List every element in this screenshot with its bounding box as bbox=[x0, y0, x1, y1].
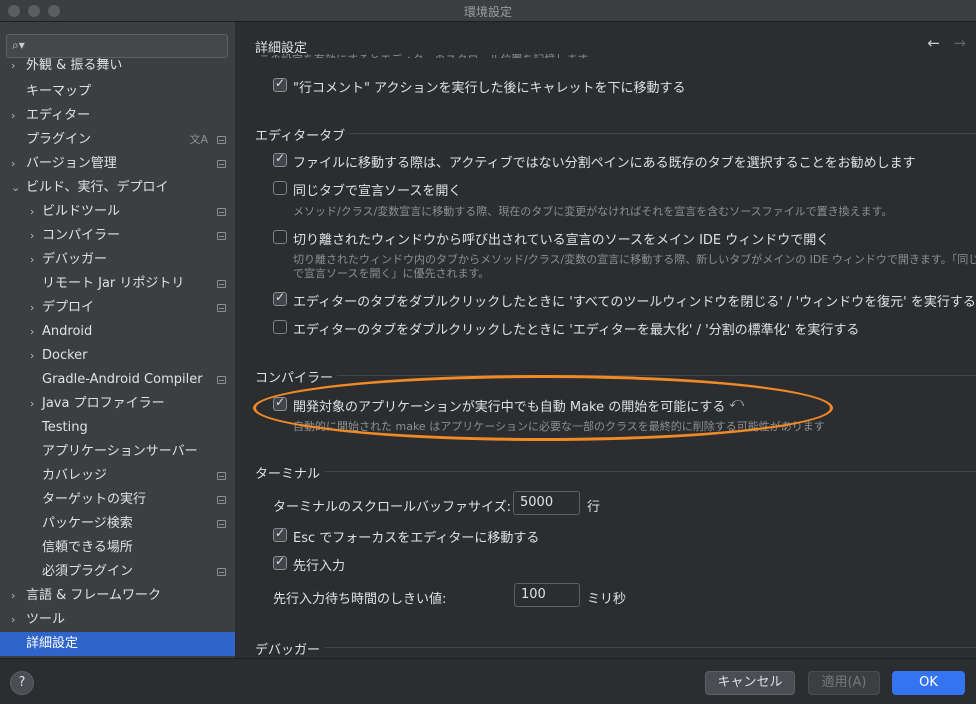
settings-sidebar: ⌕▾ › 外観 & 振る舞い キーマップ › エディター プラグイン 文A › バージョ… bbox=[0, 22, 236, 658]
buffer-size-unit: 行 bbox=[587, 500, 601, 515]
dialog-footer: ? キャンセル 適用(A) OK bbox=[0, 658, 976, 704]
tree-item-compiler[interactable]: › コンパイラー bbox=[0, 224, 235, 248]
tree-item-appearance[interactable]: › 外観 & 振る舞い bbox=[0, 54, 235, 78]
tree-item-java-profiler[interactable]: › Java プロファイラー bbox=[0, 392, 235, 416]
chevron-down-icon: ⌄ bbox=[11, 181, 21, 194]
chevron-right-icon: › bbox=[11, 109, 16, 122]
project-scope-icon bbox=[217, 280, 226, 288]
esc-focus-editor-label: Esc でフォーカスをエディターに移動する bbox=[293, 531, 540, 546]
chevron-right-icon: › bbox=[30, 253, 35, 266]
same-tab-declaration-checkbox[interactable] bbox=[273, 181, 287, 195]
project-scope-icon bbox=[217, 208, 226, 216]
detached-window-source-label: 切り離されたウィンドウから呼び出されている宣言のソースをメイン IDE ウィンド… bbox=[293, 233, 830, 248]
chevron-right-icon: › bbox=[11, 157, 16, 170]
cancel-button[interactable]: キャンセル bbox=[705, 671, 795, 695]
tree-item-deployment[interactable]: › デプロイ bbox=[0, 296, 235, 320]
terminal-header: ターミナル bbox=[255, 467, 321, 482]
tree-item-trusted-locations[interactable]: 信頼できる場所 bbox=[0, 536, 235, 560]
double-click-close-tools-checkbox[interactable] bbox=[273, 290, 287, 306]
typeahead-timeout-label: 先行入力待ち時間のしきい値: bbox=[273, 592, 447, 607]
chevron-right-icon: › bbox=[30, 349, 35, 362]
tree-item-remote-jar-repositories[interactable]: リモート Jar リポジトリ bbox=[0, 272, 235, 296]
buffer-size-label: ターミナルのスクロールバッファサイズ: bbox=[273, 500, 511, 515]
auto-make-while-running-note: 自動的に開始された make はアプリケーションに必要な一部のクラスを最終的に削… bbox=[293, 420, 825, 433]
help-button[interactable]: ? bbox=[10, 671, 34, 695]
debugger-header: デバッガー bbox=[255, 643, 321, 658]
project-scope-icon bbox=[217, 304, 226, 312]
divider bbox=[325, 647, 976, 648]
ok-button[interactable]: OK bbox=[892, 671, 965, 695]
project-scope-icon bbox=[217, 520, 226, 528]
chevron-right-icon: › bbox=[30, 397, 35, 410]
tree-item-package-search[interactable]: パッケージ検索 bbox=[0, 512, 235, 536]
chevron-right-icon: › bbox=[11, 613, 16, 626]
tree-item-editor[interactable]: › エディター bbox=[0, 104, 235, 128]
same-tab-declaration-label: 同じタブで宣言ソースを開く bbox=[293, 184, 462, 199]
tree-item-coverage[interactable]: カバレッジ bbox=[0, 464, 235, 488]
tree-item-plugins[interactable]: プラグイン 文A bbox=[0, 128, 235, 152]
tree-item-build-execution-deployment[interactable]: ⌄ ビルド、実行、デプロイ bbox=[0, 176, 235, 200]
tree-item-keymap[interactable]: キーマップ bbox=[0, 80, 235, 104]
tree-item-testing[interactable]: Testing bbox=[0, 416, 235, 440]
double-click-close-tools-label: エディターのタブをダブルクリックしたときに 'すべてのツールウィンドウを閉じる'… bbox=[293, 295, 976, 310]
project-scope-icon bbox=[217, 496, 226, 504]
project-scope-icon bbox=[217, 568, 226, 576]
auto-make-while-running-checkbox[interactable] bbox=[273, 395, 287, 411]
back-arrow-icon[interactable]: ← bbox=[927, 34, 940, 52]
project-scope-icon bbox=[217, 376, 226, 384]
same-tab-declaration-note: メソッド/クラス/変数宣言に移動する際、現在のタブに変更がなければそれを宣言を含… bbox=[293, 205, 893, 218]
compiler-header: コンパイラー bbox=[255, 371, 334, 386]
detached-window-source-note-2: で宣言ソースを開く」に優先されます。 bbox=[293, 267, 490, 280]
window-title: 環境設定 bbox=[463, 5, 512, 19]
divider bbox=[325, 471, 976, 472]
tree-item-tools[interactable]: › ツール bbox=[0, 608, 235, 632]
settings-content: 詳細設定 ← → この設定を有効にするとエディターのスクロール位置を記憶します … bbox=[237, 22, 976, 658]
tree-item-application-servers[interactable]: アプリケーションサーバー bbox=[0, 440, 235, 464]
tree-item-vcs[interactable]: › バージョン管理 bbox=[0, 152, 235, 176]
tree-item-advanced-settings[interactable]: 詳細設定 bbox=[0, 632, 235, 656]
forward-arrow-icon[interactable]: → bbox=[953, 34, 966, 52]
divider bbox=[349, 133, 976, 134]
typeahead-timeout-unit: ミリ秒 bbox=[587, 592, 627, 607]
project-scope-icon bbox=[217, 232, 226, 240]
project-scope-icon bbox=[217, 472, 226, 480]
typeahead-timeout-input[interactable]: 100 bbox=[514, 583, 580, 607]
auto-make-while-running-label: 開発対象のアプリケーションが実行中でも自動 Make の開始を可能にする bbox=[293, 400, 726, 415]
chevron-right-icon: › bbox=[30, 229, 35, 242]
apply-button[interactable]: 適用(A) bbox=[808, 671, 880, 695]
esc-focus-editor-checkbox[interactable] bbox=[273, 526, 287, 542]
title-bar: 環境設定 bbox=[0, 0, 976, 22]
chevron-right-icon: › bbox=[30, 325, 35, 338]
tree-item-docker[interactable]: › Docker bbox=[0, 344, 235, 368]
tree-item-run-targets[interactable]: ターゲットの実行 bbox=[0, 488, 235, 512]
tree-item-build-tools[interactable]: › ビルドツール bbox=[0, 200, 235, 224]
translate-icon: 文A bbox=[189, 133, 208, 146]
line-comment-checkbox[interactable] bbox=[273, 76, 287, 92]
double-click-maximize-checkbox[interactable] bbox=[273, 320, 287, 334]
typeahead-label: 先行入力 bbox=[293, 559, 346, 574]
chevron-right-icon: › bbox=[11, 589, 16, 602]
chevron-right-icon: › bbox=[30, 301, 35, 314]
line-comment-label: "行コメント" アクションを実行した後にキャレットを下に移動する bbox=[293, 81, 686, 96]
chevron-right-icon: › bbox=[11, 59, 16, 72]
divider bbox=[337, 375, 976, 376]
prefer-existing-tab-label: ファイルに移動する際は、アクティブではない分割ペインにある既存のタブを選択するこ… bbox=[293, 156, 916, 171]
truncated-setting-text: この設定を有効にするとエディターのスクロール位置を記憶します bbox=[259, 51, 588, 58]
project-scope-icon bbox=[217, 136, 226, 144]
detached-window-source-checkbox[interactable] bbox=[273, 230, 287, 244]
tree-item-required-plugins[interactable]: 必須プラグイン bbox=[0, 560, 235, 584]
project-scope-icon bbox=[217, 160, 226, 168]
chevron-right-icon: › bbox=[30, 205, 35, 218]
tree-item-debugger[interactable]: › デバッガー bbox=[0, 248, 235, 272]
search-icon: ⌕▾ bbox=[12, 38, 25, 52]
prefer-existing-tab-checkbox[interactable] bbox=[273, 151, 287, 167]
reset-icon[interactable]: ⤺ bbox=[729, 395, 744, 411]
tree-item-gradle-android-compiler[interactable]: Gradle-Android Compiler bbox=[0, 368, 235, 392]
editor-tabs-header: エディタータブ bbox=[255, 129, 346, 144]
tree-item-languages-frameworks[interactable]: › 言語 & フレームワーク bbox=[0, 584, 235, 608]
tree-item-android[interactable]: › Android bbox=[0, 320, 235, 344]
buffer-size-input[interactable]: 5000 bbox=[513, 491, 580, 515]
double-click-maximize-label: エディターのタブをダブルクリックしたときに 'エディターを最大化' / '分割の… bbox=[293, 323, 860, 338]
typeahead-checkbox[interactable] bbox=[273, 554, 287, 570]
